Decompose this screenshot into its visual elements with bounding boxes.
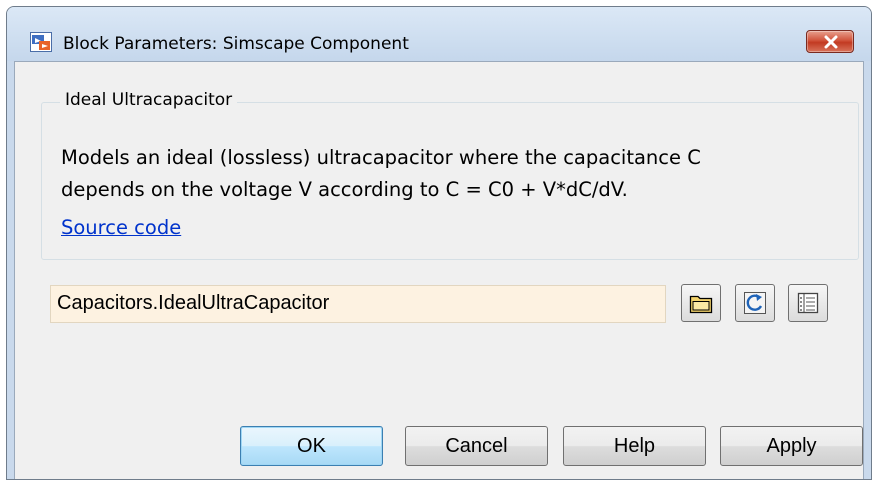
description-line: Models an ideal (lossless) ultracapacito… bbox=[61, 146, 701, 169]
window-title: Block Parameters: Simscape Component bbox=[63, 34, 409, 54]
source-code-link[interactable]: Source code bbox=[61, 216, 181, 239]
component-path-field[interactable]: Capacitors.IdealUltraCapacitor bbox=[50, 285, 666, 323]
description-line: depends on the voltage V according to C … bbox=[61, 178, 628, 201]
open-list-button[interactable] bbox=[788, 284, 828, 322]
cancel-button[interactable]: Cancel bbox=[405, 426, 548, 466]
apply-button[interactable]: Apply bbox=[720, 426, 863, 466]
simulink-block-icon bbox=[30, 32, 52, 52]
group-title: Ideal Ultracapacitor bbox=[60, 90, 238, 110]
close-button[interactable] bbox=[806, 30, 854, 53]
title-bar[interactable]: Block Parameters: Simscape Component bbox=[7, 7, 871, 61]
block-description: Models an ideal (lossless) ultracapacito… bbox=[61, 142, 851, 206]
close-icon bbox=[824, 35, 838, 49]
dialog-window: Block Parameters: Simscape Component Ide… bbox=[6, 6, 872, 480]
dialog-content: Ideal Ultracapacitor Models an ideal (lo… bbox=[14, 61, 864, 479]
help-button[interactable]: Help bbox=[563, 426, 706, 466]
refresh-icon bbox=[744, 292, 766, 314]
list-icon bbox=[797, 292, 819, 314]
folder-icon bbox=[689, 295, 713, 314]
ok-button[interactable]: OK bbox=[240, 426, 383, 466]
browse-button[interactable] bbox=[681, 284, 721, 322]
refresh-button[interactable] bbox=[735, 284, 775, 322]
